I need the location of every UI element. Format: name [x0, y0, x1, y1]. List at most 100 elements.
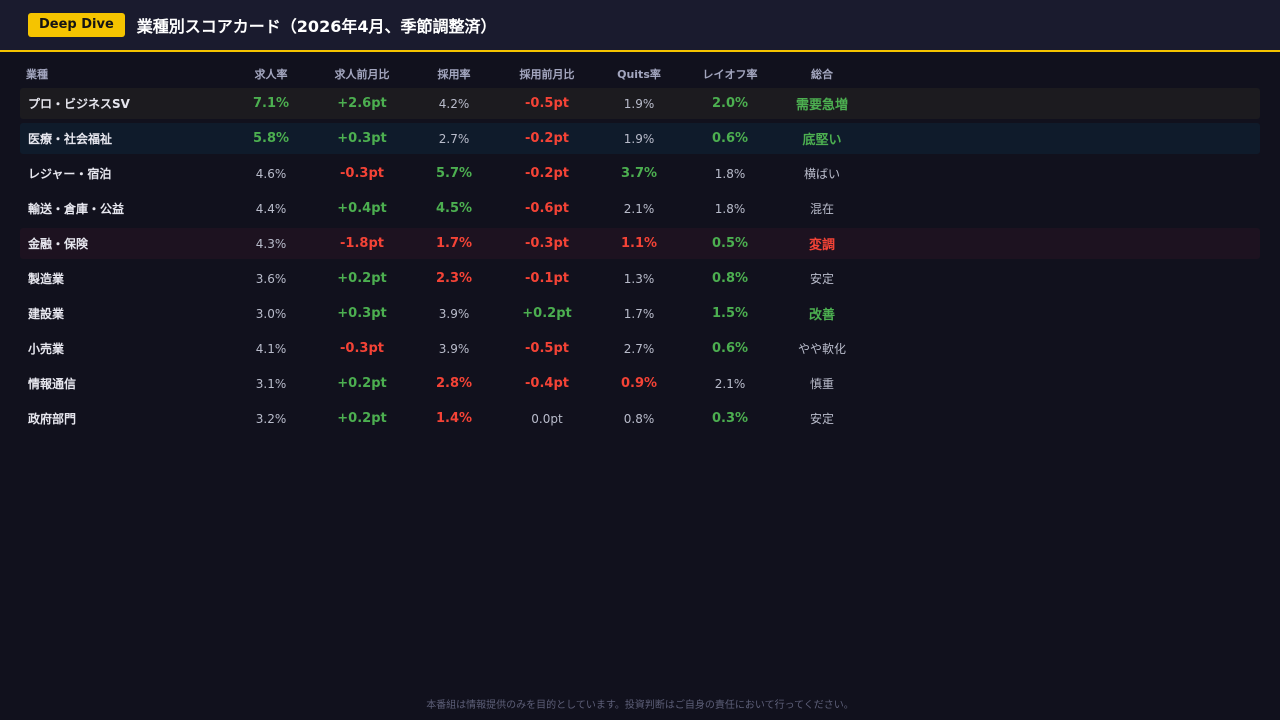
column-header-quits-rate: Quits率: [617, 68, 661, 81]
cell-layoff-rate: 0.5%: [711, 236, 749, 251]
cell-openings-rate: 5.8%: [252, 131, 290, 146]
cell-industry-name: 情報通信: [28, 377, 77, 391]
column-header-industry: 業種: [26, 68, 48, 81]
table-row: 小売業 4.1% -0.3pt 3.9% -0.5pt 2.7% 0.6% やや軟化: [20, 333, 1260, 364]
table-row: 金融・保険 4.3% -1.8pt 1.7% -0.3pt 1.1% 0.5% 変調: [20, 228, 1260, 259]
column-header-overall: 総合: [811, 68, 833, 81]
cell-hires-mom: -0.5pt: [525, 341, 569, 356]
cell-layoff-rate: 0.8%: [711, 271, 749, 286]
column-header-openings-rate: 求人率: [254, 68, 288, 81]
cell-industry-name: 医療・社会福祉: [28, 132, 113, 146]
cell-quits-rate: 1.9%: [623, 96, 655, 111]
cell-openings-mom: -0.3pt: [340, 166, 384, 181]
table-header-row: 業種 求人率 求人前月比 採用率 採用前月比 Quits率 レイオフ率 総合: [20, 60, 1260, 88]
cell-hires-rate: 2.8%: [435, 376, 473, 391]
cell-quits-rate: 1.9%: [623, 131, 655, 146]
cell-overall-assessment: 底堅い: [802, 133, 842, 148]
table-row: 政府部門 3.2% +0.2pt 1.4% 0.0pt 0.8% 0.3% 安定: [20, 403, 1260, 434]
cell-overall-assessment: 安定: [809, 412, 834, 426]
disclaimer-footer: 本番組は情報提供のみを目的としています。投資判断はご自身の責任において行ってくだ…: [426, 700, 854, 711]
cell-hires-rate: 5.7%: [435, 166, 473, 181]
cell-hires-mom: -0.6pt: [525, 201, 569, 216]
cell-hires-rate: 1.4%: [435, 411, 473, 426]
cell-openings-rate: 4.3%: [255, 236, 287, 251]
cell-openings-mom: +2.6pt: [337, 96, 387, 111]
cell-hires-mom: -0.5pt: [525, 96, 569, 111]
cell-industry-name: 製造業: [28, 272, 65, 286]
cell-quits-rate: 0.8%: [623, 411, 655, 426]
cell-layoff-rate: 1.8%: [714, 201, 746, 216]
cell-layoff-rate: 1.5%: [711, 306, 749, 321]
cell-openings-mom: +0.2pt: [337, 411, 387, 426]
cell-quits-rate: 2.1%: [623, 201, 655, 216]
cell-industry-name: 小売業: [28, 342, 65, 356]
cell-openings-mom: +0.2pt: [337, 271, 387, 286]
cell-layoff-rate: 0.3%: [711, 411, 749, 426]
cell-openings-mom: +0.2pt: [337, 376, 387, 391]
table-body: プロ・ビジネスSV 7.1% +2.6pt 4.2% -0.5pt 1.9% 2.0% 需要急…: [20, 88, 1260, 434]
column-header-layoff-rate: レイオフ率: [702, 68, 758, 81]
cell-overall-assessment: 慎重: [809, 377, 834, 391]
cell-openings-mom: -1.8pt: [340, 236, 384, 251]
cell-hires-rate: 4.2%: [438, 96, 470, 111]
table-row: 情報通信 3.1% +0.2pt 2.8% -0.4pt 0.9% 2.1% 慎重: [20, 368, 1260, 399]
cell-quits-rate: 2.7%: [623, 341, 655, 356]
cell-openings-rate: 7.1%: [252, 96, 290, 111]
cell-industry-name: 金融・保険: [28, 237, 89, 251]
cell-hires-rate: 3.9%: [438, 341, 470, 356]
cell-layoff-rate: 0.6%: [711, 341, 749, 356]
cell-openings-rate: 3.6%: [255, 271, 287, 286]
cell-hires-rate: 4.5%: [435, 201, 473, 216]
header-bar: Deep Dive 業種別スコアカード（2026年4月、季節調整済）: [0, 0, 1280, 52]
column-header-openings-mom: 求人前月比: [334, 68, 390, 81]
cell-layoff-rate: 0.6%: [711, 131, 749, 146]
cell-overall-assessment: やや軟化: [797, 342, 846, 356]
page-title: 業種別スコアカード（2026年4月、季節調整済）: [136, 17, 497, 36]
cell-openings-rate: 3.1%: [255, 376, 287, 391]
table-row: 医療・社会福祉 5.8% +0.3pt 2.7% -0.2pt 1.9% 0.6% 底堅い: [20, 123, 1260, 154]
cell-overall-assessment: 改善: [808, 308, 835, 323]
cell-layoff-rate: 2.0%: [711, 96, 749, 111]
cell-industry-name: 政府部門: [28, 412, 77, 426]
cell-openings-rate: 3.0%: [255, 306, 287, 321]
cell-industry-name: 建設業: [28, 307, 65, 321]
cell-hires-mom: -0.2pt: [525, 131, 569, 146]
cell-openings-mom: +0.4pt: [337, 201, 387, 216]
cell-quits-rate: 1.7%: [623, 306, 655, 321]
cell-quits-rate: 1.3%: [623, 271, 655, 286]
cell-openings-mom: +0.3pt: [337, 306, 387, 321]
cell-hires-rate: 1.7%: [435, 236, 473, 251]
cell-overall-assessment: 需要急増: [795, 98, 848, 113]
cell-layoff-rate: 1.8%: [714, 166, 746, 181]
cell-industry-name: プロ・ビジネスSV: [28, 97, 130, 111]
cell-hires-mom: 0.0pt: [531, 411, 563, 426]
cell-overall-assessment: 横ばい: [803, 167, 840, 181]
column-header-hires-mom: 採用前月比: [519, 68, 575, 81]
cell-quits-rate: 0.9%: [620, 376, 658, 391]
table-row: レジャー・宿泊 4.6% -0.3pt 5.7% -0.2pt 3.7% 1.8% 横ばい: [20, 158, 1260, 189]
cell-overall-assessment: 変調: [808, 238, 835, 253]
cell-hires-mom: -0.3pt: [525, 236, 569, 251]
table-row: 建設業 3.0% +0.3pt 3.9% +0.2pt 1.7% 1.5% 改善: [20, 298, 1260, 329]
cell-overall-assessment: 混在: [809, 202, 834, 216]
cell-openings-mom: -0.3pt: [340, 341, 384, 356]
cell-openings-rate: 4.4%: [255, 201, 287, 216]
cell-industry-name: 輸送・倉庫・公益: [28, 202, 125, 216]
cell-openings-rate: 4.1%: [255, 341, 287, 356]
cell-hires-mom: +0.2pt: [522, 306, 572, 321]
cell-overall-assessment: 安定: [809, 272, 834, 286]
cell-hires-mom: -0.2pt: [525, 166, 569, 181]
cell-openings-rate: 3.2%: [255, 411, 287, 426]
cell-hires-mom: -0.4pt: [525, 376, 569, 391]
cell-quits-rate: 3.7%: [620, 166, 658, 181]
cell-openings-rate: 4.6%: [255, 166, 287, 181]
table-row: プロ・ビジネスSV 7.1% +2.6pt 4.2% -0.5pt 1.9% 2.0% 需要急…: [20, 88, 1260, 119]
cell-quits-rate: 1.1%: [620, 236, 658, 251]
cell-openings-mom: +0.3pt: [337, 131, 387, 146]
cell-hires-mom: -0.1pt: [525, 271, 569, 286]
column-header-hires-rate: 採用率: [437, 68, 471, 81]
table-row: 輸送・倉庫・公益 4.4% +0.4pt 4.5% -0.6pt 2.1% 1.8% 混在: [20, 193, 1260, 224]
cell-hires-rate: 3.9%: [438, 306, 470, 321]
cell-hires-rate: 2.7%: [438, 131, 470, 146]
cell-hires-rate: 2.3%: [435, 271, 473, 286]
